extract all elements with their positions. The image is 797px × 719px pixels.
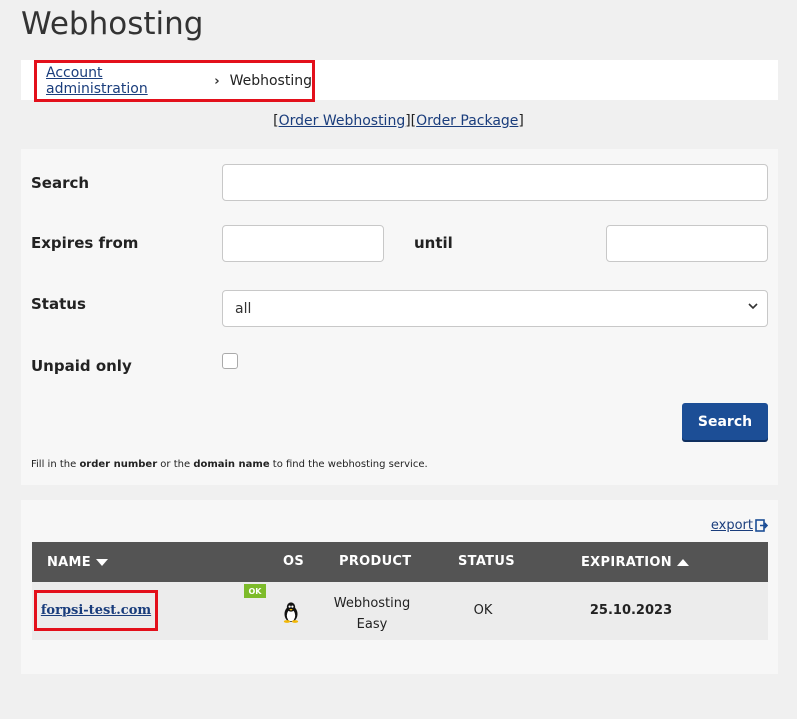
status-label: Status [31,295,86,313]
search-button[interactable]: Search [682,403,768,440]
chevron-down-icon [748,303,758,310]
status-select[interactable]: all [222,290,768,327]
export-icon[interactable] [755,519,768,532]
export-link[interactable]: export [711,518,753,533]
hint-text: Fill in the [31,459,80,470]
export-control[interactable]: export [711,518,768,533]
results-panel: export NAME OS PRODUCT STATUS EXPIRATION… [21,500,778,674]
breadcrumb-current: Webhosting [229,73,312,89]
column-header-expiration-label: EXPIRATION [581,555,672,570]
order-webhosting-link[interactable]: Order Webhosting [279,113,406,129]
expiration-cell: 25.10.2023 [589,603,673,618]
order-package-link[interactable]: Order Package [416,113,518,129]
table-row: forpsi-test.com OK Webhosting Easy OK 25… [32,582,768,640]
expires-from-input[interactable] [222,225,384,262]
status-badge: OK [244,584,266,598]
breadcrumb-link-account-administration[interactable]: Account administration [46,65,206,97]
row-name-cell: forpsi-test.com [34,590,158,631]
column-header-status: STATUS [458,554,515,569]
hint-order-number: order number [79,459,158,470]
breadcrumb-separator-icon: › [214,73,220,89]
hint-text: or the [157,459,194,470]
product-line-2: Easy [356,617,388,632]
search-input[interactable] [222,164,768,201]
column-header-name-label: NAME [47,555,91,570]
column-header-product: PRODUCT [339,554,412,569]
unpaid-only-checkbox[interactable] [222,353,238,369]
hint-domain-name: domain name [193,459,270,470]
table-header: NAME OS PRODUCT STATUS EXPIRATION [32,542,768,582]
expires-from-label: Expires from [31,234,139,252]
page-title: Webhosting [21,6,204,42]
column-header-expiration[interactable]: EXPIRATION [581,555,689,570]
column-header-name[interactable]: NAME [47,555,108,570]
filter-panel: Search Expires from until Status all Unp… [21,149,778,485]
status-selected-value: all [235,300,252,317]
linux-tux-icon [283,602,299,623]
breadcrumb: Account administration › Webhosting [34,60,315,102]
until-label: until [414,234,453,252]
order-links: [Order Webhosting][Order Package] [0,113,797,129]
sort-desc-icon [95,558,108,566]
product-line-1: Webhosting [333,596,411,611]
bracket-close: ] [518,113,524,129]
column-header-os: OS [283,554,305,569]
webhosting-name-link[interactable]: forpsi-test.com [41,603,151,618]
status-cell: OK [473,603,493,618]
product-cell: Webhosting Easy [322,593,422,635]
hint-text: to find the webhosting service. [269,459,428,470]
sort-asc-icon [676,558,689,566]
search-hint: Fill in the order number or the domain n… [31,459,428,470]
unpaid-only-label: Unpaid only [31,357,132,375]
search-label: Search [31,174,90,192]
bracket-mid: ][ [405,113,417,129]
until-input[interactable] [606,225,768,262]
